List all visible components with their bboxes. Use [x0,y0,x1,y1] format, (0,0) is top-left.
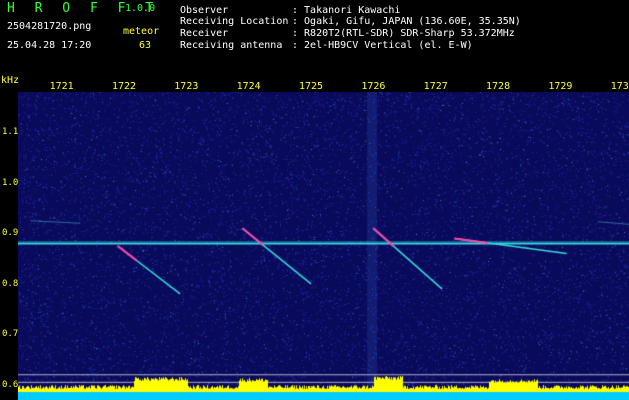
x-tick-label: 1726 [361,81,386,92]
x-tick-label: 1728 [486,81,511,92]
meteor-count: 63 [139,40,152,51]
x-tick-label: 1727 [423,81,448,92]
x-tick-label: 1730 [610,81,629,92]
x-tick-label: 1724 [236,81,261,92]
header-panel: H R O F F T 1.0.0 2504281720.png meteor … [0,0,629,75]
x-tick-label: 1723 [174,81,199,92]
receiver-key: Receiver [180,28,229,39]
app-version: 1.0.0 [125,3,156,14]
y-axis-label: kHz [1,75,20,86]
meteor-label: meteor [123,26,160,37]
spectrogram [18,92,629,400]
antenna-value: : 2el-HB9CV Vertical (el. E-W) [292,40,473,51]
location-value: : Ogaki, Gifu, JAPAN (136.60E, 35.35N) [292,16,521,27]
x-tick-label: 1729 [548,81,573,92]
y-tick-label: 0.6 [2,379,19,390]
file-name: 2504281720.png [7,21,92,32]
location-key: Receiving Location [180,16,289,27]
x-tick-label: 1721 [49,81,74,92]
y-tick-label: 1.1 [2,127,19,138]
timestamp: 25.04.28 17:20 [7,40,92,51]
y-tick-label: 0.9 [2,228,19,239]
observer-key: Observer [180,5,229,16]
antenna-key: Receiving antenna [180,40,283,51]
receiver-value: : R820T2(RTL-SDR) SDR-Sharp 53.372MHz [292,28,515,39]
observer-value: : Takanori Kawachi [292,5,401,16]
y-tick-label: 0.7 [2,329,19,340]
y-tick-label: 1.0 [2,177,19,188]
x-tick-label: 1722 [111,81,137,92]
y-tick-label: 0.8 [2,278,19,289]
x-tick-label: 1725 [298,81,324,92]
